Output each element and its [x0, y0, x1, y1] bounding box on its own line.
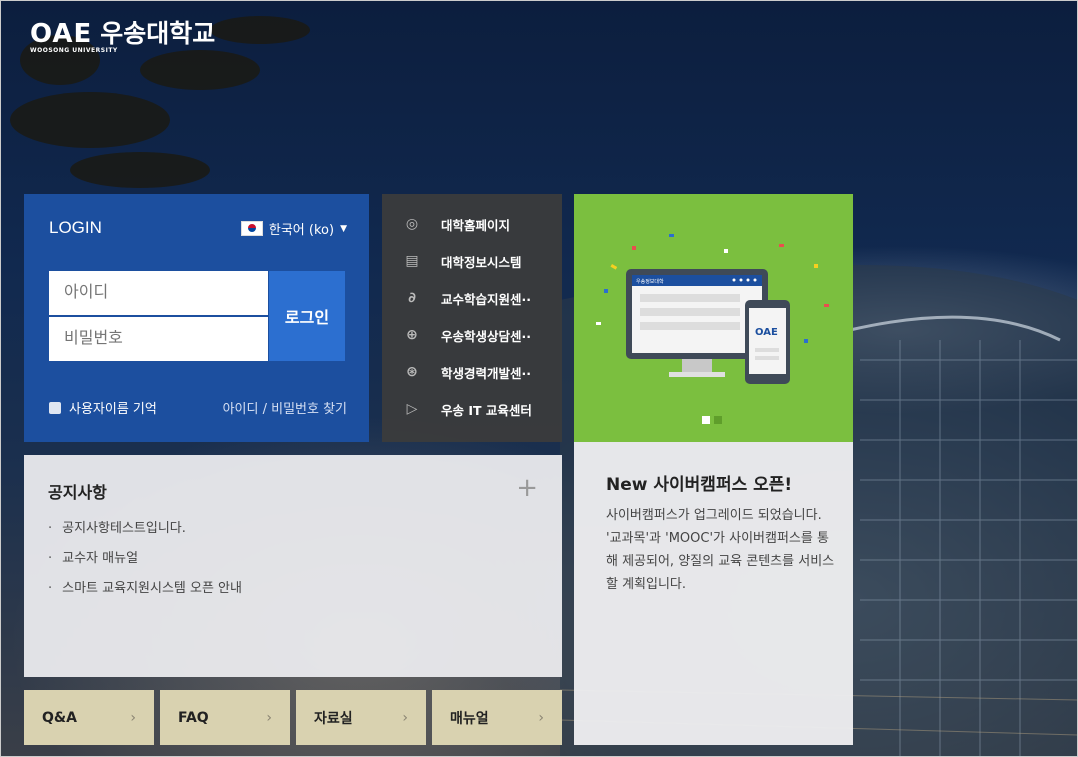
banner-bar-title: 우송정보대학 — [636, 278, 664, 285]
carousel-dots[interactable] — [702, 416, 722, 424]
tab-manual[interactable]: 매뉴얼 › — [432, 690, 562, 745]
compass-icon: ⊕ — [406, 327, 418, 343]
login-panel: LOGIN 한국어 (ko) ▼ 로그인 사용자이름 기억 아이디 / 비밀번호… — [24, 194, 369, 442]
play-icon: ▷ — [406, 401, 418, 417]
language-selector[interactable]: 한국어 (ko) ▼ — [240, 219, 347, 238]
logo-subtitle: WOOSONG UNIVERSITY — [30, 47, 118, 54]
remember-label: 사용자이름 기억 — [69, 402, 157, 417]
chevron-right-icon: › — [538, 709, 544, 726]
korea-flag-icon — [240, 221, 263, 236]
remember-username[interactable]: 사용자이름 기억 — [49, 398, 157, 417]
notice-title: 공지사항 — [48, 483, 107, 502]
news-body: 사이버캠퍼스가 업그레이드 되었습니다. '교과목'과 'MOOC'가 사이버캠… — [606, 508, 835, 592]
globe-icon: ⊛ — [406, 364, 418, 380]
carousel-dot[interactable] — [714, 416, 722, 424]
language-label: 한국어 (ko) — [268, 223, 335, 238]
chevron-right-icon: › — [266, 709, 272, 726]
tab-label: Q&A — [42, 709, 77, 726]
password-input[interactable] — [49, 317, 268, 361]
tab-archive[interactable]: 자료실 › — [296, 690, 426, 745]
tab-qna[interactable]: Q&A › — [24, 690, 154, 745]
chevron-right-icon: › — [130, 709, 136, 726]
tab-label: 매뉴얼 — [450, 710, 489, 727]
carousel-dot-active[interactable] — [702, 416, 710, 424]
login-title: LOGIN — [49, 218, 102, 237]
menu-item-career-center[interactable]: ⊛ 학생경력개발센·· — [382, 354, 562, 390]
username-input[interactable] — [49, 271, 268, 315]
notice-panel: 공지사항 + 공지사항테스트입니다. 교수자 매뉴얼 스마트 교육지원시스템 오… — [24, 455, 562, 677]
menu-item-counseling-center[interactable]: ⊕ 우송학생상담센·· — [382, 317, 562, 353]
news-title: New 사이버캠퍼스 오픈! — [606, 475, 793, 495]
menu-item-teaching-center[interactable]: ∂ 교수학습지원센·· — [382, 280, 562, 316]
menu-item-it-center[interactable]: ▷ 우송 IT 교육센터 — [382, 391, 562, 427]
banner-screen-mark: OAE — [755, 327, 778, 338]
plus-icon[interactable]: + — [516, 473, 538, 503]
film-icon: ▤ — [405, 253, 419, 269]
menu-item-label: 학생경력개발센·· — [441, 365, 531, 381]
tab-label: FAQ — [178, 709, 209, 726]
menu-item-label: 우송 IT 교육센터 — [441, 402, 532, 418]
caret-down-icon: ▼ — [340, 223, 347, 234]
tab-faq[interactable]: FAQ › — [160, 690, 290, 745]
notice-item[interactable]: 공지사항테스트입니다. — [48, 519, 242, 549]
layers-icon: ◎ — [405, 216, 419, 232]
news-card[interactable]: New 사이버캠퍼스 오픈! 사이버캠퍼스가 업그레이드 되었습니다. '교과목… — [574, 442, 853, 745]
devices-illustration: 우송정보대학 OAE — [596, 234, 829, 384]
menu-item-label: 대학홈페이지 — [441, 217, 511, 233]
link-icon: ∂ — [408, 290, 416, 306]
notice-item[interactable]: 교수자 매뉴얼 — [48, 549, 242, 579]
find-id-password-link[interactable]: 아이디 / 비밀번호 찾기 — [223, 398, 347, 417]
logo-name: 우송대학교 — [100, 19, 216, 48]
menu-item-label: 우송학생상담센·· — [441, 328, 531, 344]
remember-checkbox[interactable] — [49, 401, 61, 414]
tab-label: 자료실 — [314, 710, 353, 727]
notice-list: 공지사항테스트입니다. 교수자 매뉴얼 스마트 교육지원시스템 오픈 안내 — [48, 519, 242, 609]
quick-links-menu: ◎ 대학홈페이지 ▤ 대학정보시스템 ∂ 교수학습지원센·· ⊕ 우송학생상담센… — [382, 194, 562, 442]
menu-item-label: 교수학습지원센·· — [441, 291, 531, 307]
menu-item-info-system[interactable]: ▤ 대학정보시스템 — [382, 243, 562, 279]
notice-item[interactable]: 스마트 교육지원시스템 오픈 안내 — [48, 579, 242, 609]
university-logo[interactable]: OAE 우송대학교 WOOSONG UNIVERSITY — [30, 14, 216, 54]
menu-item-homepage[interactable]: ◎ 대학홈페이지 — [382, 206, 562, 242]
promo-banner[interactable]: 우송정보대학 OAE — [574, 194, 853, 442]
login-button[interactable]: 로그인 — [269, 271, 345, 361]
menu-item-label: 대학정보시스템 — [441, 254, 522, 270]
logo-mark: OAE — [30, 19, 93, 49]
chevron-right-icon: › — [402, 709, 408, 726]
